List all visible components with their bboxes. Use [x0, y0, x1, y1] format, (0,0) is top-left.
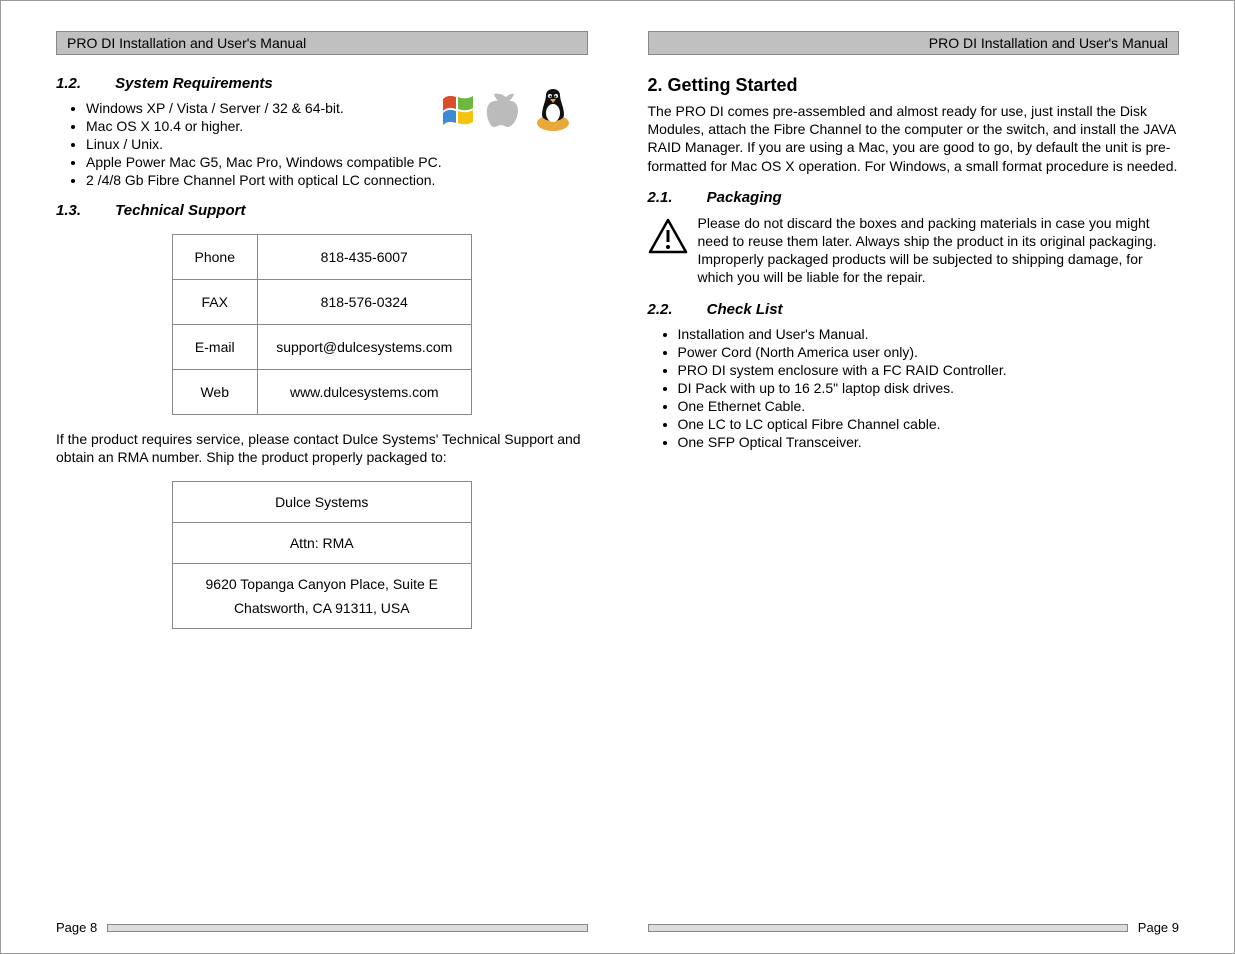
- support-email-value: support@dulcesystems.com: [257, 325, 471, 370]
- header-bar-right: PRO DI Installation and User's Manual: [648, 31, 1180, 55]
- table-row: Dulce Systems: [172, 482, 471, 523]
- footer-bar-icon: [648, 924, 1128, 932]
- table-row: E-mail support@dulcesystems.com: [172, 325, 471, 370]
- packaging-text: Please do not discard the boxes and pack…: [698, 214, 1180, 287]
- header-title: PRO DI Installation and User's Manual: [929, 35, 1168, 51]
- warning-icon: [648, 218, 688, 257]
- section-2-1-heading: 2.1. Packaging: [648, 189, 1180, 206]
- support-fax-label: FAX: [172, 280, 257, 325]
- support-web-value: www.dulcesystems.com: [257, 370, 471, 415]
- list-item: Power Cord (North America user only).: [678, 344, 1180, 360]
- section-2-2-heading: 2.2. Check List: [648, 301, 1180, 318]
- table-row: Web www.dulcesystems.com: [172, 370, 471, 415]
- section-number: 2.1.: [648, 189, 703, 206]
- address-company: Dulce Systems: [172, 482, 471, 523]
- list-item: Installation and User's Manual.: [678, 326, 1180, 342]
- page-number: Page 8: [56, 920, 97, 935]
- section-title: Packaging: [707, 189, 782, 206]
- section-title: System Requirements: [115, 75, 273, 92]
- support-web-label: Web: [172, 370, 257, 415]
- header-bar-left: PRO DI Installation and User's Manual: [56, 31, 588, 55]
- right-page: PRO DI Installation and User's Manual 2.…: [618, 1, 1235, 953]
- list-item: One Ethernet Cable.: [678, 398, 1180, 414]
- list-item: Apple Power Mac G5, Mac Pro, Windows com…: [86, 154, 588, 170]
- section-title: Technical Support: [115, 202, 245, 219]
- os-logos-icon: [438, 81, 578, 136]
- document-spread: PRO DI Installation and User's Manual 1.…: [0, 0, 1235, 954]
- page-footer-left: Page 8: [56, 920, 588, 935]
- support-phone-value: 818-435-6007: [257, 235, 471, 280]
- left-page: PRO DI Installation and User's Manual 1.…: [1, 1, 618, 953]
- table-row: Attn: RMA: [172, 523, 471, 564]
- support-phone-label: Phone: [172, 235, 257, 280]
- section-number: 1.3.: [56, 202, 111, 219]
- section-title: Check List: [707, 301, 783, 318]
- address-attn: Attn: RMA: [172, 523, 471, 564]
- header-title: PRO DI Installation and User's Manual: [67, 35, 306, 51]
- page-number: Page 9: [1138, 920, 1179, 935]
- list-item: PRO DI system enclosure with a FC RAID C…: [678, 362, 1180, 378]
- support-fax-value: 818-576-0324: [257, 280, 471, 325]
- list-item: One SFP Optical Transceiver.: [678, 434, 1180, 450]
- table-row: 9620 Topanga Canyon Place, Suite E: [172, 564, 471, 597]
- address-city: Chatsworth, CA 91311, USA: [172, 596, 471, 629]
- address-street: 9620 Topanga Canyon Place, Suite E: [172, 564, 471, 597]
- list-item: 2 /4/8 Gb Fibre Channel Port with optica…: [86, 172, 588, 188]
- page-footer-right: Page 9: [648, 920, 1180, 935]
- checklist: Installation and User's Manual. Power Co…: [678, 326, 1180, 450]
- footer-bar-icon: [107, 924, 587, 932]
- table-row: Phone 818-435-6007: [172, 235, 471, 280]
- list-item: DI Pack with up to 16 2.5" laptop disk d…: [678, 380, 1180, 396]
- table-row: Chatsworth, CA 91311, USA: [172, 596, 471, 629]
- support-email-label: E-mail: [172, 325, 257, 370]
- support-table: Phone 818-435-6007 FAX 818-576-0324 E-ma…: [172, 234, 472, 415]
- shipping-address-table: Dulce Systems Attn: RMA 9620 Topanga Can…: [172, 481, 472, 629]
- list-item: Linux / Unix.: [86, 136, 588, 152]
- rma-instructions: If the product requires service, please …: [56, 430, 588, 466]
- list-item: One LC to LC optical Fibre Channel cable…: [678, 416, 1180, 432]
- packaging-warning: Please do not discard the boxes and pack…: [648, 214, 1180, 287]
- section-number: 2.2.: [648, 301, 703, 318]
- section-number: 1.2.: [56, 75, 111, 92]
- section-1-3-heading: 1.3. Technical Support: [56, 202, 588, 219]
- getting-started-intro: The PRO DI comes pre-assembled and almos…: [648, 102, 1180, 175]
- section-2-heading: 2. Getting Started: [648, 75, 1180, 96]
- table-row: FAX 818-576-0324: [172, 280, 471, 325]
